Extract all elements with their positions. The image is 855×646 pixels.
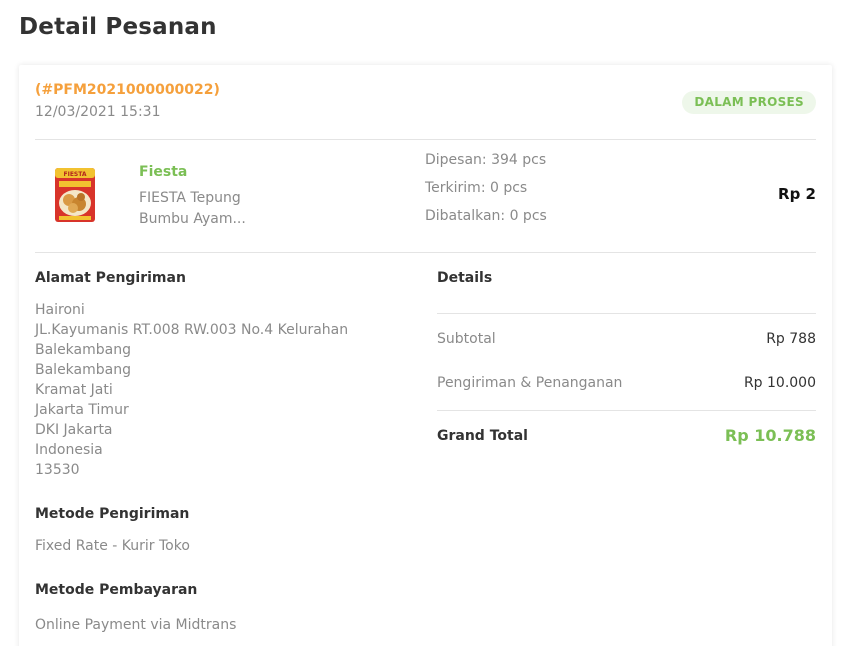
product-brand[interactable]: Fiesta xyxy=(139,164,187,180)
shipping-method-value: Fixed Rate - Kurir Toko xyxy=(35,538,190,554)
divider xyxy=(35,252,816,253)
page-title: Detail Pesanan xyxy=(19,14,217,40)
qty-cancelled: Dibatalkan: 0 pcs xyxy=(425,208,547,224)
shipping-method-heading: Metode Pengiriman xyxy=(35,506,190,522)
address-line: JL.Kayumanis RT.008 RW.003 No.4 Keluraha… xyxy=(35,322,349,338)
order-id: (#PFM2021000000022) xyxy=(35,82,220,98)
address-line: Jakarta Timur xyxy=(35,402,129,418)
order-card: (#PFM2021000000022) 12/03/2021 15:31 DAL… xyxy=(19,65,832,646)
divider xyxy=(35,139,816,140)
payment-method-value: Online Payment via Midtrans xyxy=(35,617,237,633)
product-name-line: Bumbu Ayam... xyxy=(139,211,246,227)
divider xyxy=(437,313,816,314)
shipping-address: Haironi JL.Kayumanis RT.008 RW.003 No.4 … xyxy=(35,300,348,480)
product-package-icon: FIESTA xyxy=(53,166,97,224)
subtotal-value: Rp 788 xyxy=(766,331,816,347)
grand-total-label: Grand Total xyxy=(437,428,528,444)
shipping-fee-value: Rp 10.000 xyxy=(743,375,816,391)
product-name[interactable]: FIESTA Tepung Bumbu Ayam... xyxy=(139,188,319,230)
qty-shipped: Terkirim: 0 pcs xyxy=(425,180,528,196)
address-line: Balekambang xyxy=(35,342,131,358)
grand-total-value: Rp 10.788 xyxy=(724,426,816,445)
shipping-fee-label: Pengiriman & Penanganan xyxy=(437,375,623,391)
order-detail-page: Detail Pesanan (#PFM2021000000022) 12/03… xyxy=(0,0,855,646)
address-line: Haironi xyxy=(35,302,85,318)
product-price: Rp 2 xyxy=(778,185,816,203)
qty-ordered: Dipesan: 394 pcs xyxy=(425,152,547,168)
product-name-line: FIESTA Tepung xyxy=(139,190,241,206)
svg-text:FIESTA: FIESTA xyxy=(63,171,86,178)
status-badge: DALAM PROSES xyxy=(682,91,816,114)
subtotal-label: Subtotal xyxy=(437,331,496,347)
payment-method-heading: Metode Pembayaran xyxy=(35,582,198,598)
divider xyxy=(437,410,816,411)
shipping-address-heading: Alamat Pengiriman xyxy=(35,270,186,286)
address-line: Kramat Jati xyxy=(35,382,113,398)
details-heading: Details xyxy=(437,270,493,286)
address-line: Indonesia xyxy=(35,442,103,458)
address-line: 13530 xyxy=(35,462,80,478)
address-line: DKI Jakarta xyxy=(35,422,113,438)
address-line: Balekambang xyxy=(35,362,131,378)
order-date: 12/03/2021 15:31 xyxy=(35,104,161,120)
